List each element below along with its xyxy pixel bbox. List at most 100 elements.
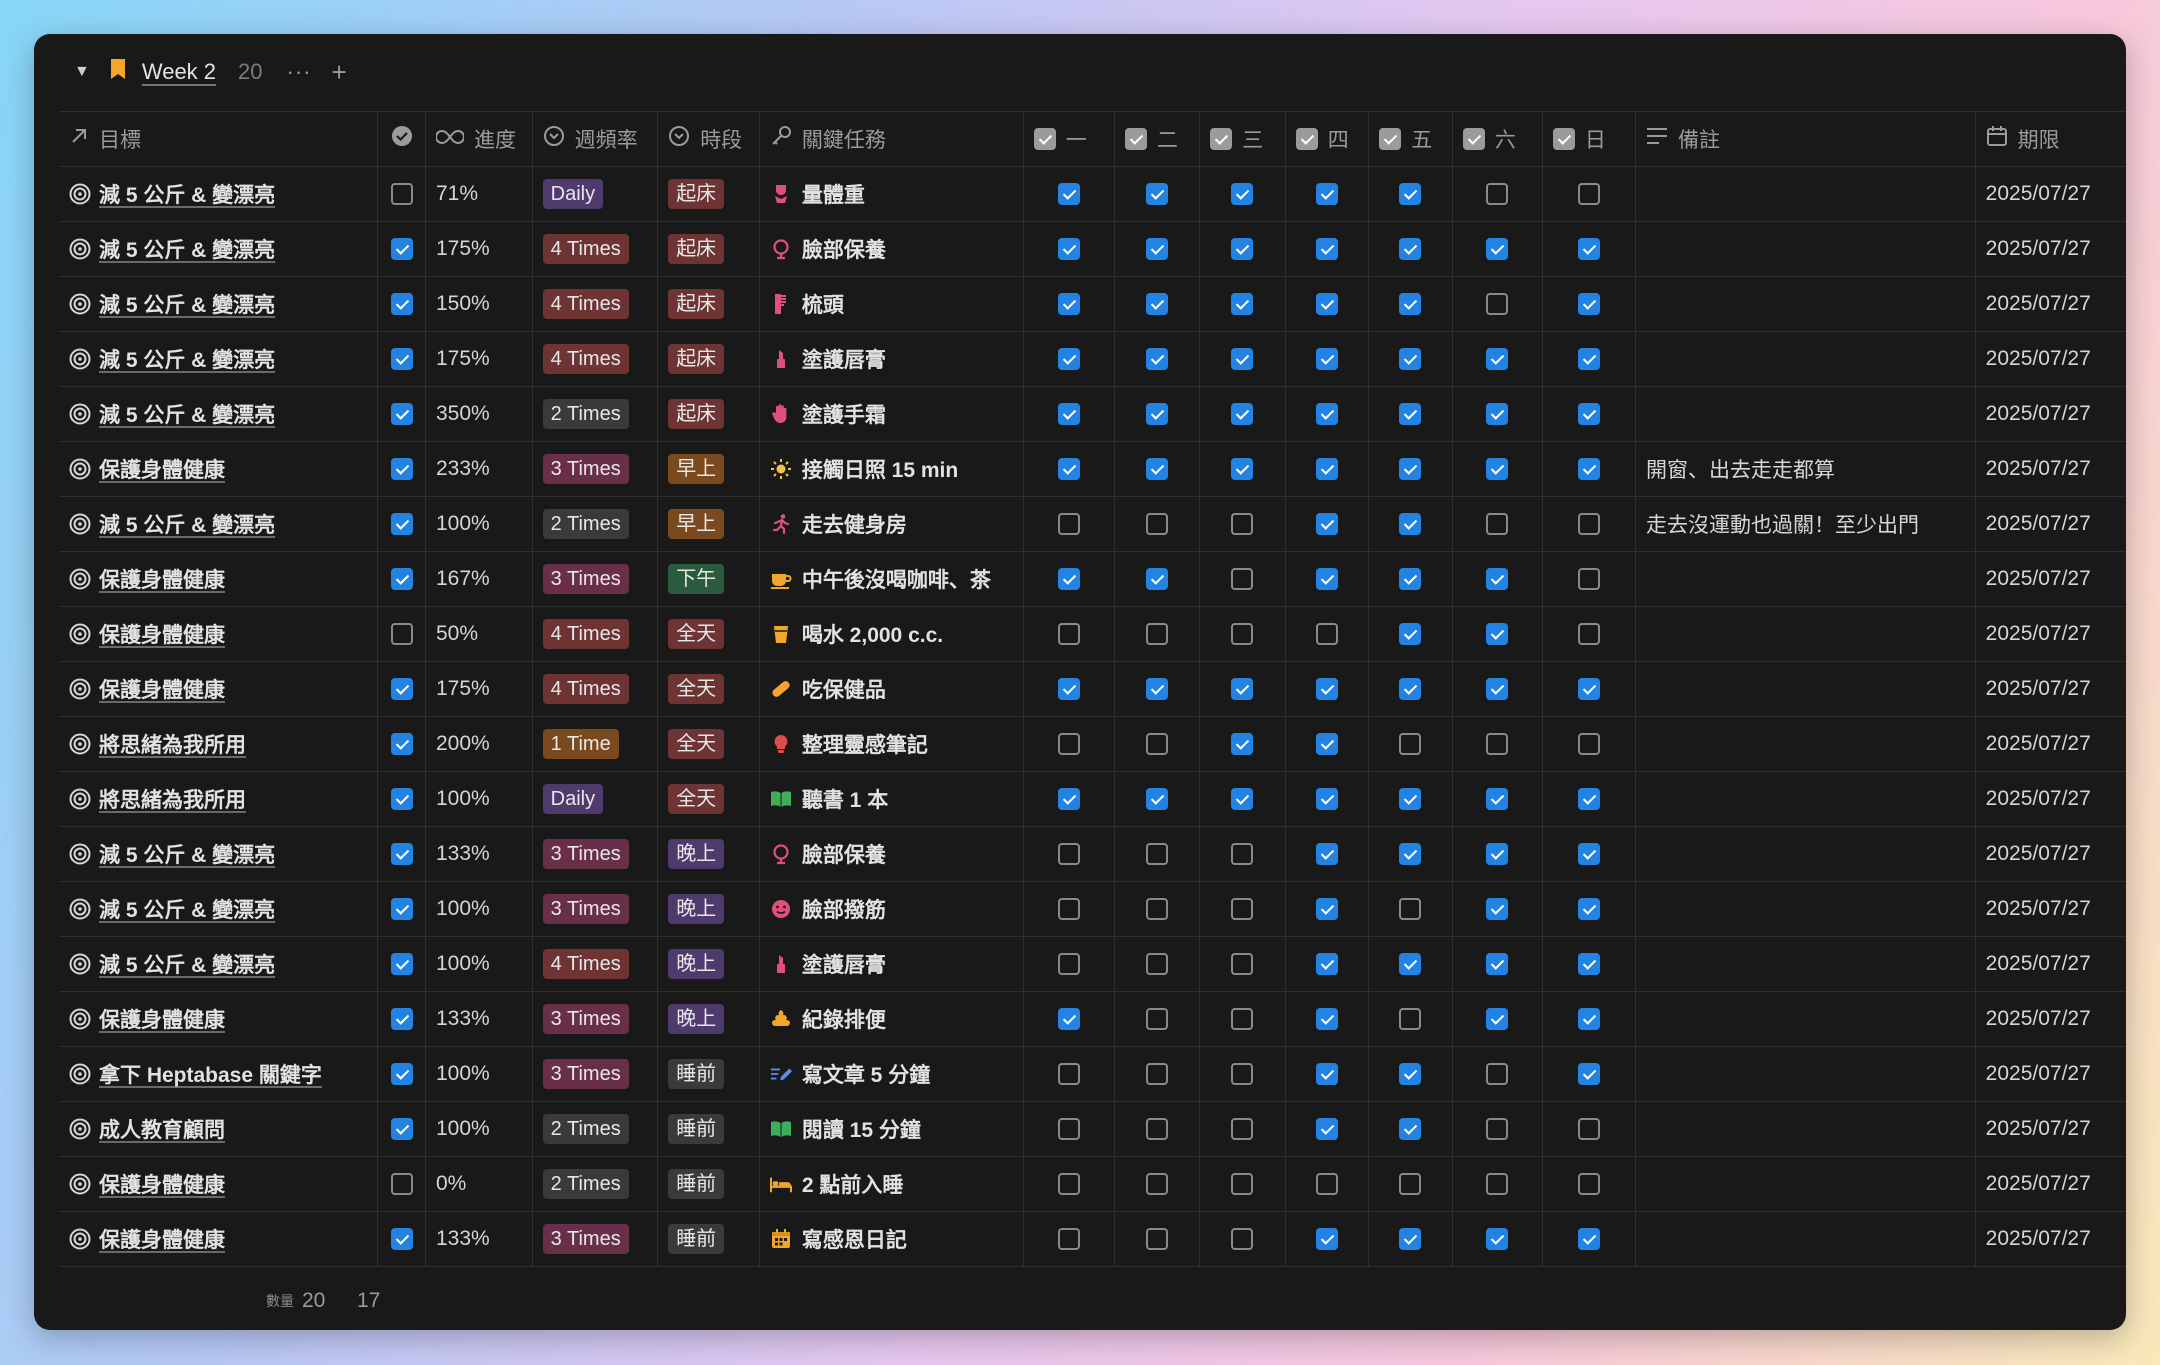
col-day-5[interactable]: 五 xyxy=(1368,111,1453,167)
table-row[interactable]: 保護身體健康 133% 3 Times 晚上 紀錄排便 2025/07/27 xyxy=(59,991,2126,1047)
period-cell[interactable]: 全天 xyxy=(657,771,760,827)
day-checkbox[interactable] xyxy=(1486,458,1509,481)
day-3-cell[interactable] xyxy=(1199,221,1286,277)
note-cell[interactable] xyxy=(1635,551,1976,607)
col-day-3[interactable]: 三 xyxy=(1199,111,1286,167)
day-5-cell[interactable] xyxy=(1368,551,1453,607)
done-cell[interactable] xyxy=(377,166,426,222)
col-day-7[interactable]: 日 xyxy=(1542,111,1636,167)
done-cell[interactable] xyxy=(377,826,426,882)
day-2-cell[interactable] xyxy=(1114,991,1201,1047)
day-checkbox[interactable] xyxy=(1057,403,1080,426)
day-checkbox[interactable] xyxy=(1399,1008,1422,1031)
day-checkbox[interactable] xyxy=(1486,348,1509,371)
deadline-cell[interactable]: 2025/07/27 xyxy=(1975,826,2126,882)
day-6-cell[interactable] xyxy=(1452,606,1543,662)
period-cell[interactable]: 睡前 xyxy=(657,1101,760,1157)
frequency-cell[interactable]: 4 Times xyxy=(532,221,659,277)
day-checkbox[interactable] xyxy=(1231,1173,1254,1196)
day-checkbox[interactable] xyxy=(1057,568,1080,591)
day-6-cell[interactable] xyxy=(1452,551,1543,607)
goal-link[interactable]: 拿下 Heptabase 關鍵字 xyxy=(99,1059,322,1089)
day-checkbox[interactable] xyxy=(1231,293,1254,316)
day-checkbox[interactable] xyxy=(1486,568,1509,591)
day-5-cell[interactable] xyxy=(1368,331,1453,387)
task-cell[interactable]: 喝水 2,000 c.c. xyxy=(759,606,1024,662)
day-checkbox[interactable] xyxy=(1486,1228,1509,1251)
goal-link[interactable]: 將思緒為我所用 xyxy=(99,729,246,759)
goal-cell[interactable]: 保護身體健康 xyxy=(59,991,379,1047)
done-cell[interactable] xyxy=(377,221,426,277)
goal-link[interactable]: 保護身體健康 xyxy=(99,564,225,594)
day-checkbox[interactable] xyxy=(1399,678,1422,701)
day-5-cell[interactable] xyxy=(1368,386,1453,442)
frequency-cell[interactable]: 3 Times xyxy=(532,881,659,937)
day-6-cell[interactable] xyxy=(1452,276,1543,332)
day-7-cell[interactable] xyxy=(1542,771,1636,827)
day-checkbox[interactable] xyxy=(1146,733,1169,756)
day-checkbox[interactable] xyxy=(1486,678,1509,701)
note-cell[interactable] xyxy=(1635,166,1976,222)
day-checkbox[interactable] xyxy=(1057,788,1080,811)
day-3-cell[interactable] xyxy=(1199,606,1286,662)
table-row[interactable]: 減 5 公斤 & 變漂亮 175% 4 Times 起床 塗護唇膏 2025/07/27 xyxy=(59,331,2126,387)
goal-cell[interactable]: 保護身體健康 xyxy=(59,1211,379,1267)
day-checkbox[interactable] xyxy=(1315,293,1338,316)
note-cell[interactable] xyxy=(1635,606,1976,662)
day-4-cell[interactable] xyxy=(1285,221,1370,277)
day-checkbox[interactable] xyxy=(1315,898,1338,921)
note-cell[interactable] xyxy=(1635,991,1976,1047)
done-checkbox[interactable] xyxy=(390,623,413,646)
goal-cell[interactable]: 拿下 Heptabase 關鍵字 xyxy=(59,1046,379,1102)
period-cell[interactable]: 晚上 xyxy=(657,881,760,937)
day-1-cell[interactable] xyxy=(1023,991,1115,1047)
day-checkbox[interactable] xyxy=(1399,623,1422,646)
goal-link[interactable]: 保護身體健康 xyxy=(99,619,225,649)
day-checkbox[interactable] xyxy=(1486,843,1509,866)
day-1-cell[interactable] xyxy=(1023,331,1115,387)
day-7-cell[interactable] xyxy=(1542,276,1636,332)
day-2-cell[interactable] xyxy=(1114,936,1201,992)
goal-link[interactable]: 減 5 公斤 & 變漂亮 xyxy=(99,179,275,209)
day-checkbox[interactable] xyxy=(1577,513,1600,536)
day-checkbox[interactable] xyxy=(1057,953,1080,976)
deadline-cell[interactable]: 2025/07/27 xyxy=(1975,1101,2126,1157)
day-checkbox[interactable] xyxy=(1486,623,1509,646)
day-5-cell[interactable] xyxy=(1368,441,1453,497)
day-3-cell[interactable] xyxy=(1199,1211,1286,1267)
day-5-cell[interactable] xyxy=(1368,881,1453,937)
day-checkbox[interactable] xyxy=(1486,733,1509,756)
day-checkbox[interactable] xyxy=(1146,293,1169,316)
goal-link[interactable]: 減 5 公斤 & 變漂亮 xyxy=(99,344,275,374)
done-checkbox[interactable] xyxy=(390,403,413,426)
day-1-cell[interactable] xyxy=(1023,441,1115,497)
day-checkbox[interactable] xyxy=(1399,293,1422,316)
period-cell[interactable]: 全天 xyxy=(657,606,760,662)
day-1-cell[interactable] xyxy=(1023,221,1115,277)
period-cell[interactable]: 下午 xyxy=(657,551,760,607)
frequency-cell[interactable]: 3 Times xyxy=(532,1211,659,1267)
goal-cell[interactable]: 保護身體健康 xyxy=(59,661,379,717)
day-checkbox[interactable] xyxy=(1486,1008,1509,1031)
day-1-cell[interactable] xyxy=(1023,496,1115,552)
frequency-cell[interactable]: 3 Times xyxy=(532,441,659,497)
day-4-cell[interactable] xyxy=(1285,1211,1370,1267)
done-cell[interactable] xyxy=(377,881,426,937)
col-progress[interactable]: 進度 xyxy=(425,111,533,167)
day-checkbox[interactable] xyxy=(1486,1173,1509,1196)
table-row[interactable]: 將思緒為我所用 200% 1 Time 全天 整理靈感筆記 2025/07/27 xyxy=(59,716,2126,772)
day-checkbox[interactable] xyxy=(1231,788,1254,811)
note-cell[interactable]: 走去沒運動也過關！至少出門 xyxy=(1635,496,1976,552)
day-checkbox[interactable] xyxy=(1146,458,1169,481)
done-cell[interactable] xyxy=(377,1101,426,1157)
day-checkbox[interactable] xyxy=(1486,1063,1509,1086)
day-checkbox[interactable] xyxy=(1315,348,1338,371)
day-checkbox[interactable] xyxy=(1577,1173,1600,1196)
day-7-cell[interactable] xyxy=(1542,1156,1636,1212)
day-2-cell[interactable] xyxy=(1114,826,1201,882)
day-checkbox[interactable] xyxy=(1146,843,1169,866)
goal-link[interactable]: 保護身體健康 xyxy=(99,1004,225,1034)
task-cell[interactable]: 閱讀 15 分鐘 xyxy=(759,1101,1024,1157)
day-6-cell[interactable] xyxy=(1452,386,1543,442)
day-checkbox[interactable] xyxy=(1146,898,1169,921)
